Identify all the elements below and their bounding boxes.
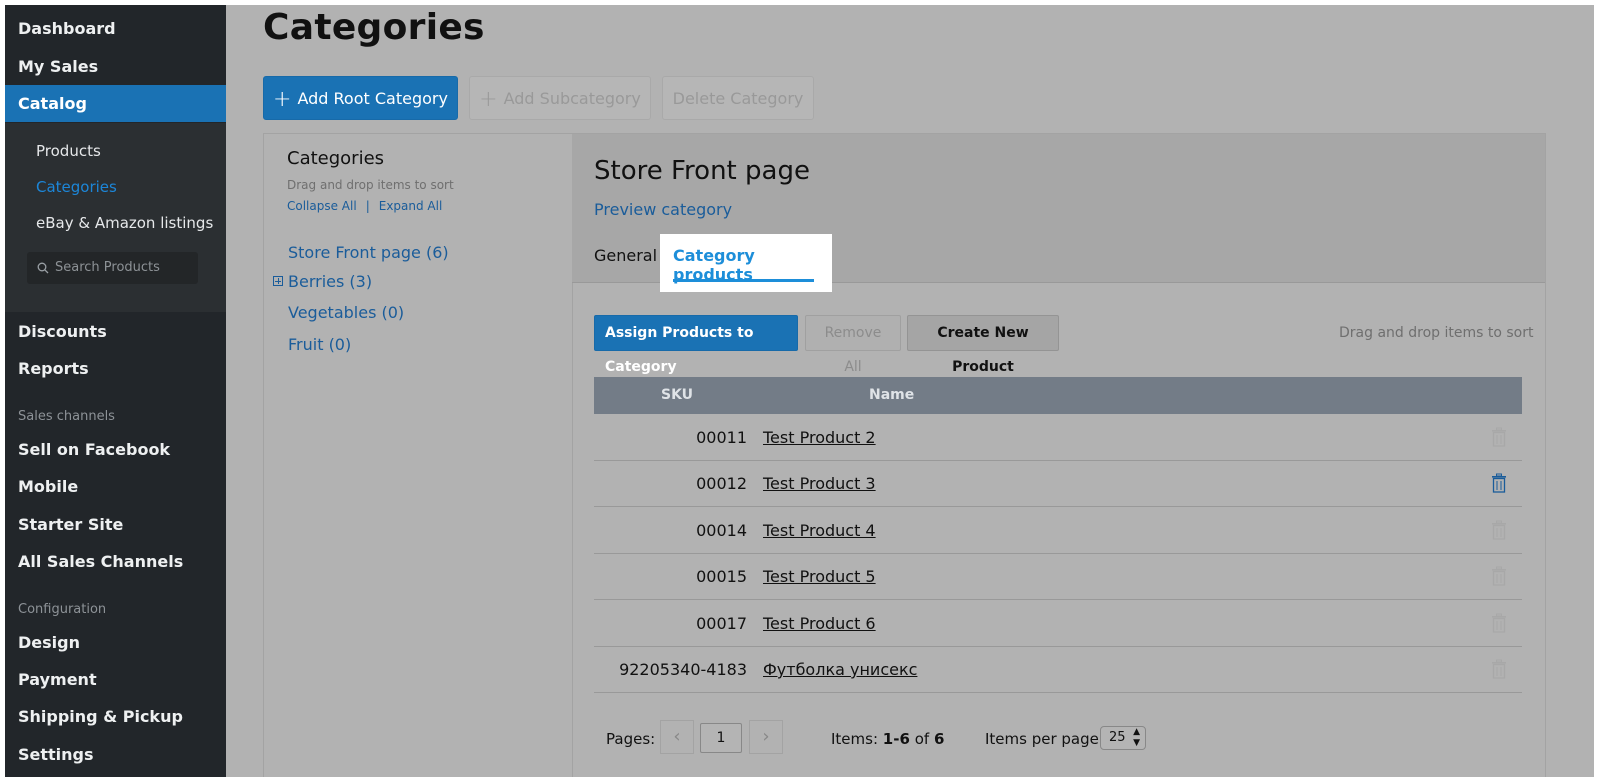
tree-item-berries[interactable]: Berries (3) [288, 272, 372, 291]
category-tree: Categories Drag and drop items to sort C… [264, 134, 573, 777]
row-sku: 00012 [696, 474, 747, 493]
plus-icon: + [273, 87, 292, 112]
category-title: Store Front page [594, 156, 810, 186]
column-sku[interactable]: SKU [661, 387, 693, 403]
items-range: 1-6 [882, 730, 910, 748]
nav-payment[interactable]: Payment [5, 661, 226, 698]
category-detail: Store Front page Preview category Genera… [572, 134, 1545, 777]
section-sales-channels: Sales channels [18, 409, 115, 424]
nav-products[interactable]: Products [36, 142, 101, 160]
pages-label: Pages: [606, 730, 656, 748]
expand-all-link[interactable]: Expand All [379, 199, 443, 213]
items-per-page-value: 25 [1109, 730, 1126, 745]
search-placeholder: Search Products [55, 260, 160, 275]
pagination: Pages: ‹ 1 › Items: 1-6 of 6 Items per p… [594, 720, 1522, 760]
plus-icon: + [479, 87, 498, 112]
nav-sell-on-facebook[interactable]: Sell on Facebook [5, 431, 226, 468]
tree-links: Collapse All | Expand All [287, 199, 442, 213]
nav-settings[interactable]: Settings [5, 736, 226, 773]
trash-icon[interactable] [1491, 520, 1507, 540]
page-title: Categories [263, 7, 485, 48]
tree-hint: Drag and drop items to sort [287, 178, 454, 192]
nav-categories[interactable]: Categories [36, 178, 117, 196]
table-row[interactable]: 92205340-4183 Футболка унисекс [594, 646, 1522, 693]
delete-category-button[interactable]: Delete Category [662, 76, 814, 120]
row-product-link[interactable]: Test Product 6 [763, 614, 876, 633]
link-separator: | [365, 199, 370, 213]
trash-icon[interactable] [1491, 473, 1507, 493]
drag-hint: Drag and drop items to sort [1339, 325, 1534, 341]
tree-item-vegetables[interactable]: Vegetables (0) [288, 303, 404, 322]
row-product-link[interactable]: Test Product 3 [763, 474, 876, 493]
assign-products-button[interactable]: Assign Products to Category [594, 315, 798, 375]
create-new-product-button[interactable]: Create New Product [907, 315, 1059, 375]
add-root-category-label: Add Root Category [297, 89, 448, 108]
nav-catalog[interactable]: Catalog [5, 85, 226, 122]
section-configuration: Configuration [18, 602, 107, 617]
nav-dashboard[interactable]: Dashboard [5, 10, 226, 47]
detail-header: Store Front page Preview category Genera… [572, 134, 1545, 292]
items-label: Items: [831, 730, 879, 748]
catalog-submenu: Products Categories eBay & Amazon listin… [5, 123, 226, 312]
row-sku: 00017 [696, 614, 747, 633]
items-per-page-label: Items per page: [985, 730, 1104, 748]
search-icon [37, 262, 49, 274]
row-sku: 00015 [696, 567, 747, 586]
column-name[interactable]: Name [869, 387, 914, 403]
tab-category-products[interactable]: Category products [660, 234, 832, 292]
row-sku: 00014 [696, 521, 747, 540]
tab-general[interactable]: General [594, 246, 657, 265]
collapse-all-link[interactable]: Collapse All [287, 199, 357, 213]
row-product-link[interactable]: Test Product 5 [763, 567, 876, 586]
items-of: of [914, 730, 930, 748]
nav-discounts[interactable]: Discounts [5, 313, 226, 350]
items-count: Items: 1-6 of 6 [831, 730, 944, 748]
row-product-link[interactable]: Футболка унисекс [763, 660, 917, 679]
row-product-link[interactable]: Test Product 2 [763, 428, 876, 447]
nav-design[interactable]: Design [5, 624, 226, 661]
table-row[interactable]: 00015 Test Product 5 [594, 553, 1522, 600]
add-root-category-button[interactable]: + Add Root Category [263, 76, 458, 120]
add-subcategory-label: Add Subcategory [503, 89, 641, 108]
active-tab-indicator [673, 279, 814, 282]
row-sku: 00011 [696, 428, 747, 447]
nav-my-sales[interactable]: My Sales [5, 48, 226, 85]
row-product-link[interactable]: Test Product 4 [763, 521, 876, 540]
trash-icon[interactable] [1491, 659, 1507, 679]
table-row[interactable]: 00017 Test Product 6 [594, 600, 1522, 647]
trash-icon[interactable] [1491, 613, 1507, 633]
select-arrows-icon: ▲ ▼ [1133, 727, 1140, 748]
categories-panel: Categories Drag and drop items to sort C… [263, 133, 1546, 777]
tree-title: Categories [287, 148, 385, 169]
trash-icon[interactable] [1491, 566, 1507, 586]
page-number-input[interactable]: 1 [700, 723, 742, 753]
add-subcategory-button[interactable]: + Add Subcategory [469, 76, 651, 120]
trash-icon[interactable] [1491, 427, 1507, 447]
nav-mobile[interactable]: Mobile [5, 468, 226, 505]
app-window: Dashboard My Sales Catalog Products Cate… [5, 5, 1594, 777]
chevron-left-icon: ‹ [673, 726, 681, 747]
tree-item-store-front[interactable]: Store Front page (6) [288, 243, 449, 262]
prev-page-button[interactable]: ‹ [660, 720, 694, 754]
sidebar: Dashboard My Sales Catalog Products Cate… [5, 5, 226, 777]
items-total: 6 [933, 730, 945, 748]
sidebar-search-input[interactable]: Search Products [27, 252, 198, 284]
nav-ebay-amazon[interactable]: eBay & Amazon listings [36, 214, 213, 232]
items-per-page-select[interactable]: 25 ▲ ▼ [1100, 726, 1146, 750]
remove-all-button[interactable]: Remove All [805, 315, 901, 375]
next-page-button[interactable]: › [749, 720, 783, 754]
table-row[interactable]: 00014 Test Product 4 [594, 507, 1522, 554]
nav-all-sales-channels[interactable]: All Sales Channels [5, 543, 226, 580]
table-row[interactable]: 00012 Test Product 3 [594, 460, 1522, 507]
table-row[interactable]: 00011 Test Product 2 [594, 414, 1522, 461]
tree-item-fruit[interactable]: Fruit (0) [288, 335, 351, 354]
nav-starter-site[interactable]: Starter Site [5, 506, 226, 543]
nav-reports[interactable]: Reports [5, 350, 226, 387]
row-sku: 92205340-4183 [619, 660, 747, 679]
expand-plus-icon[interactable] [273, 276, 283, 286]
chevron-right-icon: › [762, 726, 770, 747]
table-header: SKU Name [594, 377, 1522, 414]
preview-category-link[interactable]: Preview category [594, 200, 732, 219]
nav-shipping-pickup[interactable]: Shipping & Pickup [5, 698, 226, 735]
